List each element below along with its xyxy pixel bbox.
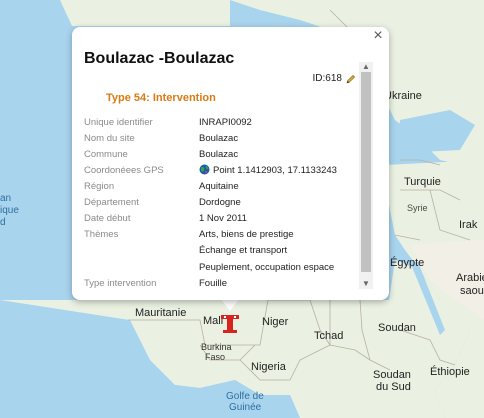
map-label-ukraine: Ukraine (384, 90, 422, 102)
field-key: Région (84, 181, 115, 192)
theme-item: Échange et transport (199, 245, 288, 257)
field-key: Unique identifier (84, 117, 153, 128)
field-key: Commune (84, 149, 128, 160)
map-label-ocean-1: an (0, 193, 12, 204)
map-label-tchad: Tchad (314, 330, 344, 342)
type-heading: Type 54: Intervention (106, 92, 216, 104)
field-value: Fouille (199, 277, 227, 289)
map-label-soudan-sud: Soudan (373, 369, 411, 381)
map-label-arabie-2: saou (460, 285, 484, 297)
scroll-thumb[interactable] (361, 72, 371, 272)
field-list: Unique identifier INRAPI0092 Nom du site… (84, 115, 359, 292)
field-value: Boulazac (199, 133, 239, 144)
site-marker-icon[interactable] (219, 313, 241, 335)
info-popup: × Boulazac -Boulazac ID:618 Type 54: Int… (72, 27, 389, 300)
map-label-mauritanie: Mauritanie (135, 307, 187, 319)
field-key: Département (84, 197, 139, 208)
popup-tail (221, 299, 239, 311)
field-row-themes: Thèmes Arts, biens de prestige Échange e… (84, 227, 359, 276)
field-row-nom-du-site: Nom du site Boulazac (84, 131, 359, 147)
field-value: Dordogne (199, 197, 241, 208)
field-row-commune: Commune Boulazac (84, 147, 359, 163)
field-key: Type intervention (84, 277, 157, 289)
site-id: ID:618 (312, 73, 342, 84)
field-key: Coordonéees GPS (84, 165, 164, 176)
theme-item: Peuplement, occupation espace (199, 261, 335, 273)
field-row-gps: Coordonéees GPS Point 1.1412903, 17.1133… (84, 163, 359, 179)
field-row-date-debut: Date début 1 Nov 2011 (84, 211, 359, 227)
field-value: Aquitaine (199, 181, 239, 192)
field-value: Boulazac (199, 149, 239, 160)
field-key: Thèmes (84, 229, 119, 240)
close-button[interactable]: × (369, 27, 387, 45)
field-row-type-intervention: Type intervention Fouille (84, 276, 359, 292)
field-key: Date début (84, 213, 131, 224)
map-label-syrie: Syrie (407, 203, 428, 213)
field-row-region: Région Aquitaine (84, 179, 359, 195)
field-row-departement: Département Dordogne (84, 195, 359, 211)
theme-item: Arts, biens de prestige (199, 229, 294, 240)
pencil-edit-icon[interactable] (346, 74, 356, 84)
map-label-burkina-2: Faso (205, 352, 226, 362)
field-key: Nom du site (84, 133, 135, 144)
map-label-golfe-2: Guinée (229, 402, 262, 413)
map-label-irak: Irak (459, 219, 478, 231)
map-label-ethiopie: Éthiopie (430, 366, 470, 378)
id-line: ID:618 (313, 73, 356, 84)
popup-title: Boulazac -Boulazac (84, 50, 235, 67)
scroll-up-arrow-icon[interactable]: ▲ (359, 62, 373, 72)
field-value: INRAPI0092 (199, 117, 252, 128)
field-value-gps: Point 1.1412903, 17.1133243 (199, 163, 337, 179)
popup-content: Boulazac -Boulazac ID:618 Type 54: Inter… (82, 47, 359, 292)
map-label-ocean-3: d (0, 217, 6, 228)
map-label-nigeria: Nigeria (251, 361, 286, 373)
map-label-egypte: Égypte (390, 257, 425, 269)
field-row-unique-identifier: Unique identifier INRAPI0092 (84, 115, 359, 131)
field-value: 1 Nov 2011 (199, 213, 247, 224)
gps-coordinates: Point 1.1412903, 17.1133243 (213, 165, 337, 176)
map-label-turquie: Turquie (404, 176, 441, 188)
map-label-ocean-2: ique (0, 205, 19, 216)
popup-scrollbar[interactable]: ▲ ▼ (359, 62, 373, 289)
map-label-soudan: Soudan (378, 322, 416, 334)
map-label-soudan-sud-2: du Sud (376, 381, 411, 393)
map-label-arabie: Arabie (456, 272, 484, 284)
globe-icon (199, 164, 210, 175)
scroll-down-arrow-icon[interactable]: ▼ (359, 279, 373, 289)
field-value-list: Arts, biens de prestige Échange et trans… (199, 227, 334, 276)
map-label-niger: Niger (262, 316, 289, 328)
